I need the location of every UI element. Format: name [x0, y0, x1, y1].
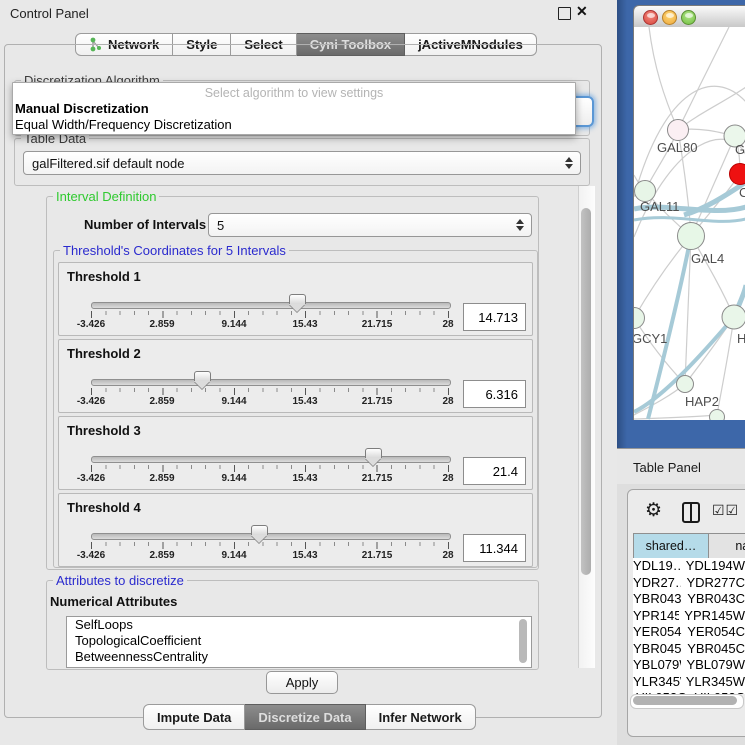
threshold-2-slider-track[interactable]	[91, 379, 451, 386]
algorithm-popup-hint: Select algorithm to view settings	[13, 86, 575, 100]
svg-text:GAL4: GAL4	[691, 251, 724, 266]
threshold-2-value-input[interactable]: 6.316	[463, 380, 526, 408]
gear-icon[interactable]: ⚙	[645, 499, 662, 522]
threshold-3-panel: Threshold 3 -3.426 2.859 9.144 15.43 21.…	[58, 416, 533, 490]
tab-impute-data[interactable]: Impute Data	[143, 704, 245, 730]
threshold-2-slider-thumb[interactable]	[194, 371, 211, 381]
column-header-name[interactable]: name	[708, 533, 745, 559]
svg-text:H: H	[737, 331, 745, 346]
svg-text:G.: G.	[735, 142, 745, 157]
node-table[interactable]: YDL19…YDL194W YDR27…YDR277C YBR043CYBR04…	[633, 558, 745, 694]
screenshot-root: Control Panel ✕ Network Style Select Cyn…	[0, 0, 745, 745]
float-window-icon[interactable]	[558, 7, 571, 20]
threshold-1-value-input[interactable]: 14.713	[463, 303, 526, 331]
stepper-arrows-icon	[515, 219, 524, 231]
cyni-bottom-tabs: Impute Data Discretize Data Infer Networ…	[143, 704, 476, 727]
close-traffic-light-icon[interactable]	[643, 10, 658, 25]
threshold-4-panel: Threshold 4 -3.426 2.859 9.144 15.43 21.…	[58, 493, 533, 567]
svg-text:GAL80: GAL80	[657, 140, 697, 155]
node-h[interactable]	[722, 305, 745, 329]
zoom-traffic-light-icon[interactable]	[681, 10, 696, 25]
threshold-4-value-input[interactable]: 11.344	[463, 534, 526, 562]
select-columns-checkboxes-icon[interactable]: ☑☑	[712, 502, 739, 519]
network-graph: GAL80 G. C GAL11 GAL4 GCY1 H HAP2	[634, 27, 745, 420]
thresholds-group-title: Threshold's Coordinates for 5 Intervals	[60, 243, 289, 258]
stepper-arrows-icon	[564, 157, 573, 169]
table-row[interactable]: YBR045CYBR045C	[633, 641, 745, 658]
node-gal4[interactable]	[678, 223, 705, 250]
node-gcy1[interactable]	[634, 308, 645, 329]
svg-text:HAP2: HAP2	[685, 394, 719, 409]
network-window-titlebar[interactable]	[633, 5, 745, 29]
slider-ticks	[91, 542, 450, 549]
threshold-3-label: Threshold 3	[67, 423, 141, 438]
node-red-selected[interactable]	[730, 164, 745, 185]
threshold-2-panel: Threshold 2 -3.426 2.859 9.144 15.43 21.…	[58, 339, 533, 413]
interval-definition-title: Interval Definition	[53, 189, 159, 204]
attributes-group-title: Attributes to discretize	[53, 573, 187, 588]
tab-discretize-data[interactable]: Discretize Data	[245, 704, 365, 730]
panel-scrollbar-thumb[interactable]	[581, 208, 591, 575]
table-row[interactable]: YER054CYER054C	[633, 624, 745, 641]
list-item[interactable]: TopologicalCoefficient	[67, 633, 531, 649]
tab-infer-network[interactable]: Infer Network	[366, 704, 476, 730]
threshold-2-label: Threshold 2	[67, 346, 141, 361]
list-item[interactable]: SelfLoops	[67, 617, 531, 633]
minimize-traffic-light-icon[interactable]	[662, 10, 677, 25]
threshold-1-slider-thumb[interactable]	[289, 294, 306, 304]
threshold-4-slider-track[interactable]	[91, 533, 451, 540]
slider-ticks	[91, 465, 450, 472]
table-row[interactable]: YDR27…YDR277C	[633, 575, 745, 592]
svg-text:GAL11: GAL11	[640, 199, 680, 214]
number-of-intervals-select[interactable]: 5	[208, 213, 532, 237]
close-icon[interactable]: ✕	[576, 3, 588, 20]
table-horizontal-scrollbar-thumb[interactable]	[633, 696, 737, 705]
threshold-3-value-input[interactable]: 21.4	[463, 457, 526, 485]
list-item[interactable]: BetweennessCentrality	[67, 649, 531, 665]
table-data-value: galFiltered.sif default node	[32, 156, 184, 171]
apply-button[interactable]: Apply	[266, 671, 338, 694]
algorithm-dropdown-popup: Select algorithm to view settings Manual…	[12, 82, 576, 135]
column-layout-icon[interactable]	[682, 502, 700, 523]
threshold-3-slider-thumb[interactable]	[365, 448, 382, 458]
slider-ticks	[91, 311, 450, 318]
numerical-attributes-label: Numerical Attributes	[50, 594, 177, 609]
table-data-select[interactable]: galFiltered.sif default node	[23, 151, 581, 175]
control-panel-title: Control Panel	[10, 6, 89, 21]
table-row[interactable]: YPR145WYPR145W	[633, 608, 745, 625]
svg-text:C: C	[739, 185, 745, 200]
threshold-1-panel: Threshold 1 -3.426 2.859 9.144 15.43 21.…	[58, 262, 533, 336]
table-row[interactable]: YBR043CYBR043C	[633, 591, 745, 608]
threshold-4-label: Threshold 4	[67, 500, 141, 515]
table-panel-titlebar: Table Panel	[617, 448, 745, 485]
threshold-1-label: Threshold 1	[67, 269, 141, 284]
number-of-intervals-value: 5	[217, 218, 224, 233]
popup-item-manual-discretization[interactable]: Manual Discretization	[15, 101, 149, 116]
column-header-shared-name[interactable]: shared…	[633, 533, 709, 559]
number-of-intervals-label: Number of Intervals	[84, 217, 206, 232]
node-partial[interactable]	[710, 410, 725, 421]
attributes-list-scrollbar[interactable]	[519, 619, 527, 663]
threshold-1-slider-track[interactable]	[91, 302, 451, 309]
threshold-4-slider-thumb[interactable]	[251, 525, 268, 535]
node-gal80[interactable]	[668, 120, 689, 141]
table-panel-title: Table Panel	[633, 460, 701, 475]
table-data-group: Table Data galFiltered.sif default node	[14, 138, 590, 186]
table-row[interactable]: YLR345WYLR345W	[633, 674, 745, 691]
network-view-canvas[interactable]: GAL80 G. C GAL11 GAL4 GCY1 H HAP2	[633, 27, 745, 420]
slider-ticks	[91, 388, 450, 395]
svg-text:GCY1: GCY1	[634, 331, 667, 346]
numerical-attributes-list[interactable]: SelfLoops TopologicalCoefficient Between…	[66, 616, 532, 668]
threshold-3-slider-track[interactable]	[91, 456, 451, 463]
table-row[interactable]: YBL079WYBL079W	[633, 657, 745, 674]
table-row[interactable]: YDL19…YDL194W	[633, 558, 745, 575]
popup-item-equal-width[interactable]: Equal Width/Frequency Discretization	[15, 117, 232, 132]
node-hap2[interactable]	[677, 376, 694, 393]
